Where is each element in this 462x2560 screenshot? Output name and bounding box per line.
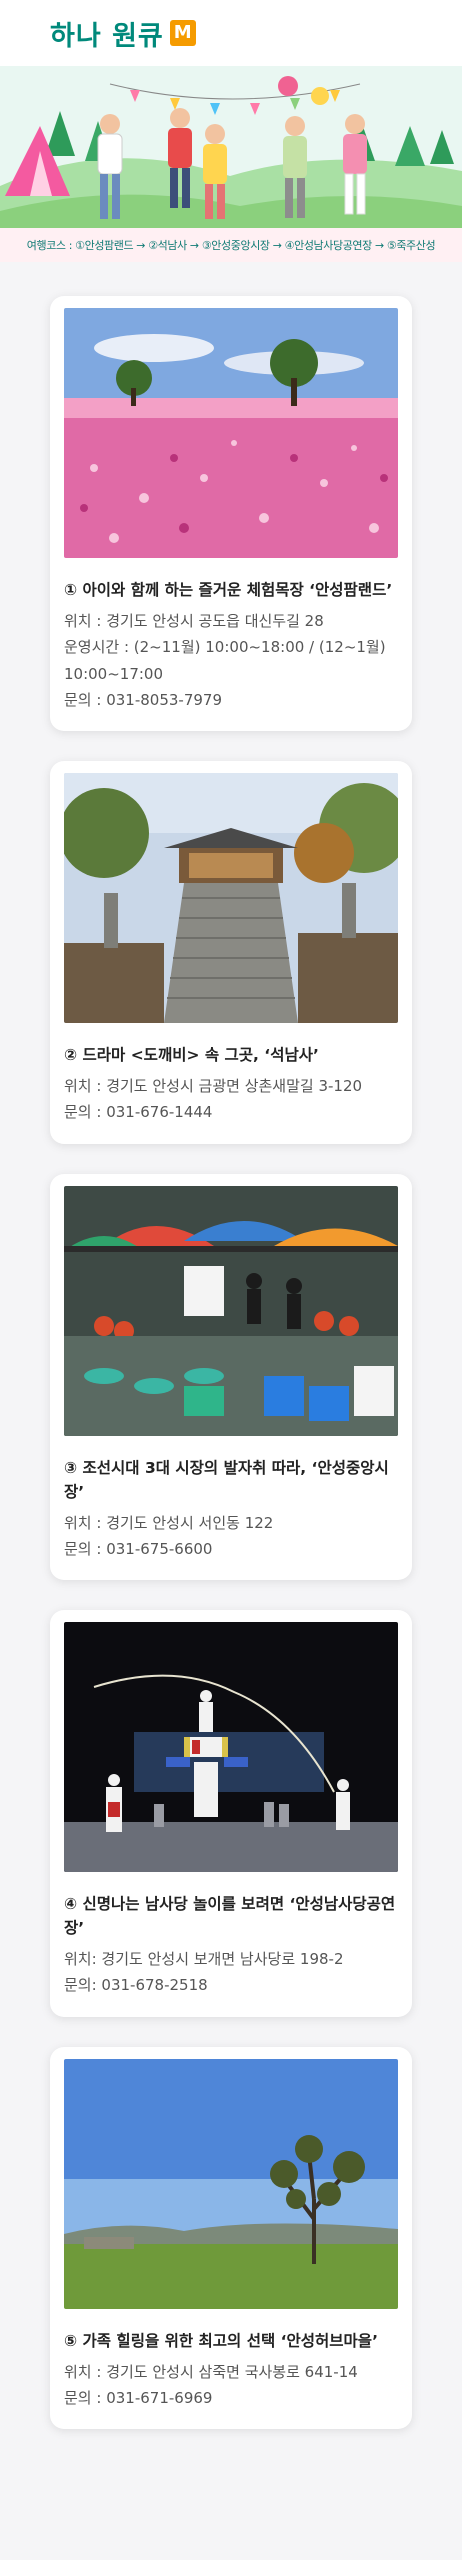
course-card-4[interactable]: ④ 신명나는 남사당 놀이를 보려면 ‘안성남사당공연장’ 위치: 경기도 안성… bbox=[50, 1610, 412, 2017]
course-contact[interactable]: 문의 : 031-675-6600 bbox=[64, 1536, 398, 1562]
course-hours: 운영시간 : (2~11월) 10:00~18:00 / (12~1월) 10:… bbox=[64, 638, 386, 683]
course-title: ① 아이와 함께 하는 즐거운 체험목장 ‘안성팜랜드’ bbox=[64, 581, 393, 599]
course-title: ② 드라마 <도깨비> 속 그곳, ‘석남사’ bbox=[64, 1046, 319, 1065]
course-title: ③ 조선시대 3대 시장의 발자취 따라, ‘안성중앙시장’ bbox=[64, 1458, 389, 1501]
temple-photo bbox=[64, 773, 398, 1024]
course-card-3[interactable]: ③ 조선시대 3대 시장의 발자취 따라, ‘안성중앙시장’ 위치 : 경기도 … bbox=[50, 1173, 412, 1581]
course-card-5[interactable]: ⑤ 가족 힐링을 위한 최고의 선택 ‘안성허브마을’ 위치 : 경기도 안성시… bbox=[50, 2046, 412, 2430]
course-location: 위치 : 경기도 안성시 서인동 122 bbox=[64, 1513, 274, 1532]
hero-banner: 여행코스 : ①안성팜랜드 → ②석남사 → ③안성중앙시장 → ④안성남사당공… bbox=[0, 66, 462, 262]
course-location: 위치: 경기도 안성시 보개면 남사당로 198-2 bbox=[64, 1950, 344, 1969]
course-card-1[interactable]: ① 아이와 함께 하는 즐거운 체험목장 ‘안성팜랜드’ 위치 : 경기도 안성… bbox=[50, 296, 412, 732]
course-card-2[interactable]: ② 드라마 <도깨비> 속 그곳, ‘석남사’ 위치 : 경기도 안성시 금광면… bbox=[50, 761, 412, 1144]
course-route: 여행코스 : ①안성팜랜드 → ②석남사 → ③안성중앙시장 → ④안성남사당공… bbox=[0, 228, 462, 262]
farmland-photo bbox=[64, 308, 398, 558]
herb-village-photo bbox=[64, 2058, 398, 2309]
course-location: 위치 : 경기도 안성시 삼죽면 국사봉로 641-14 bbox=[64, 2362, 358, 2381]
course-contact[interactable]: 문의: 031-678-2518 bbox=[64, 1972, 398, 1998]
app-header: 하나 원큐 M bbox=[0, 0, 462, 66]
course-location: 위치 : 경기도 안성시 금광면 상촌새말길 3-120 bbox=[64, 1077, 363, 1096]
performance-photo bbox=[64, 1622, 398, 1873]
course-title: ④ 신명나는 남사당 놀이를 보려면 ‘안성남사당공연장’ bbox=[64, 1895, 396, 1938]
market-photo bbox=[64, 1185, 398, 1436]
course-contact[interactable]: 문의 : 031-676-1444 bbox=[64, 1099, 398, 1125]
course-list: ① 아이와 함께 하는 즐거운 체험목장 ‘안성팜랜드’ 위치 : 경기도 안성… bbox=[0, 262, 462, 2430]
course-title: ⑤ 가족 힐링을 위한 최고의 선택 ‘안성허브마을’ bbox=[64, 2331, 378, 2350]
course-contact[interactable]: 문의 : 031-671-6969 bbox=[64, 2385, 398, 2411]
course-contact[interactable]: 문의 : 031-8053-7979 bbox=[64, 687, 398, 713]
logo-badge: M bbox=[169, 20, 196, 46]
course-location: 위치 : 경기도 안성시 공도읍 대신두길 28 bbox=[64, 612, 324, 631]
logo-text: 하나 원큐 bbox=[50, 20, 164, 52]
